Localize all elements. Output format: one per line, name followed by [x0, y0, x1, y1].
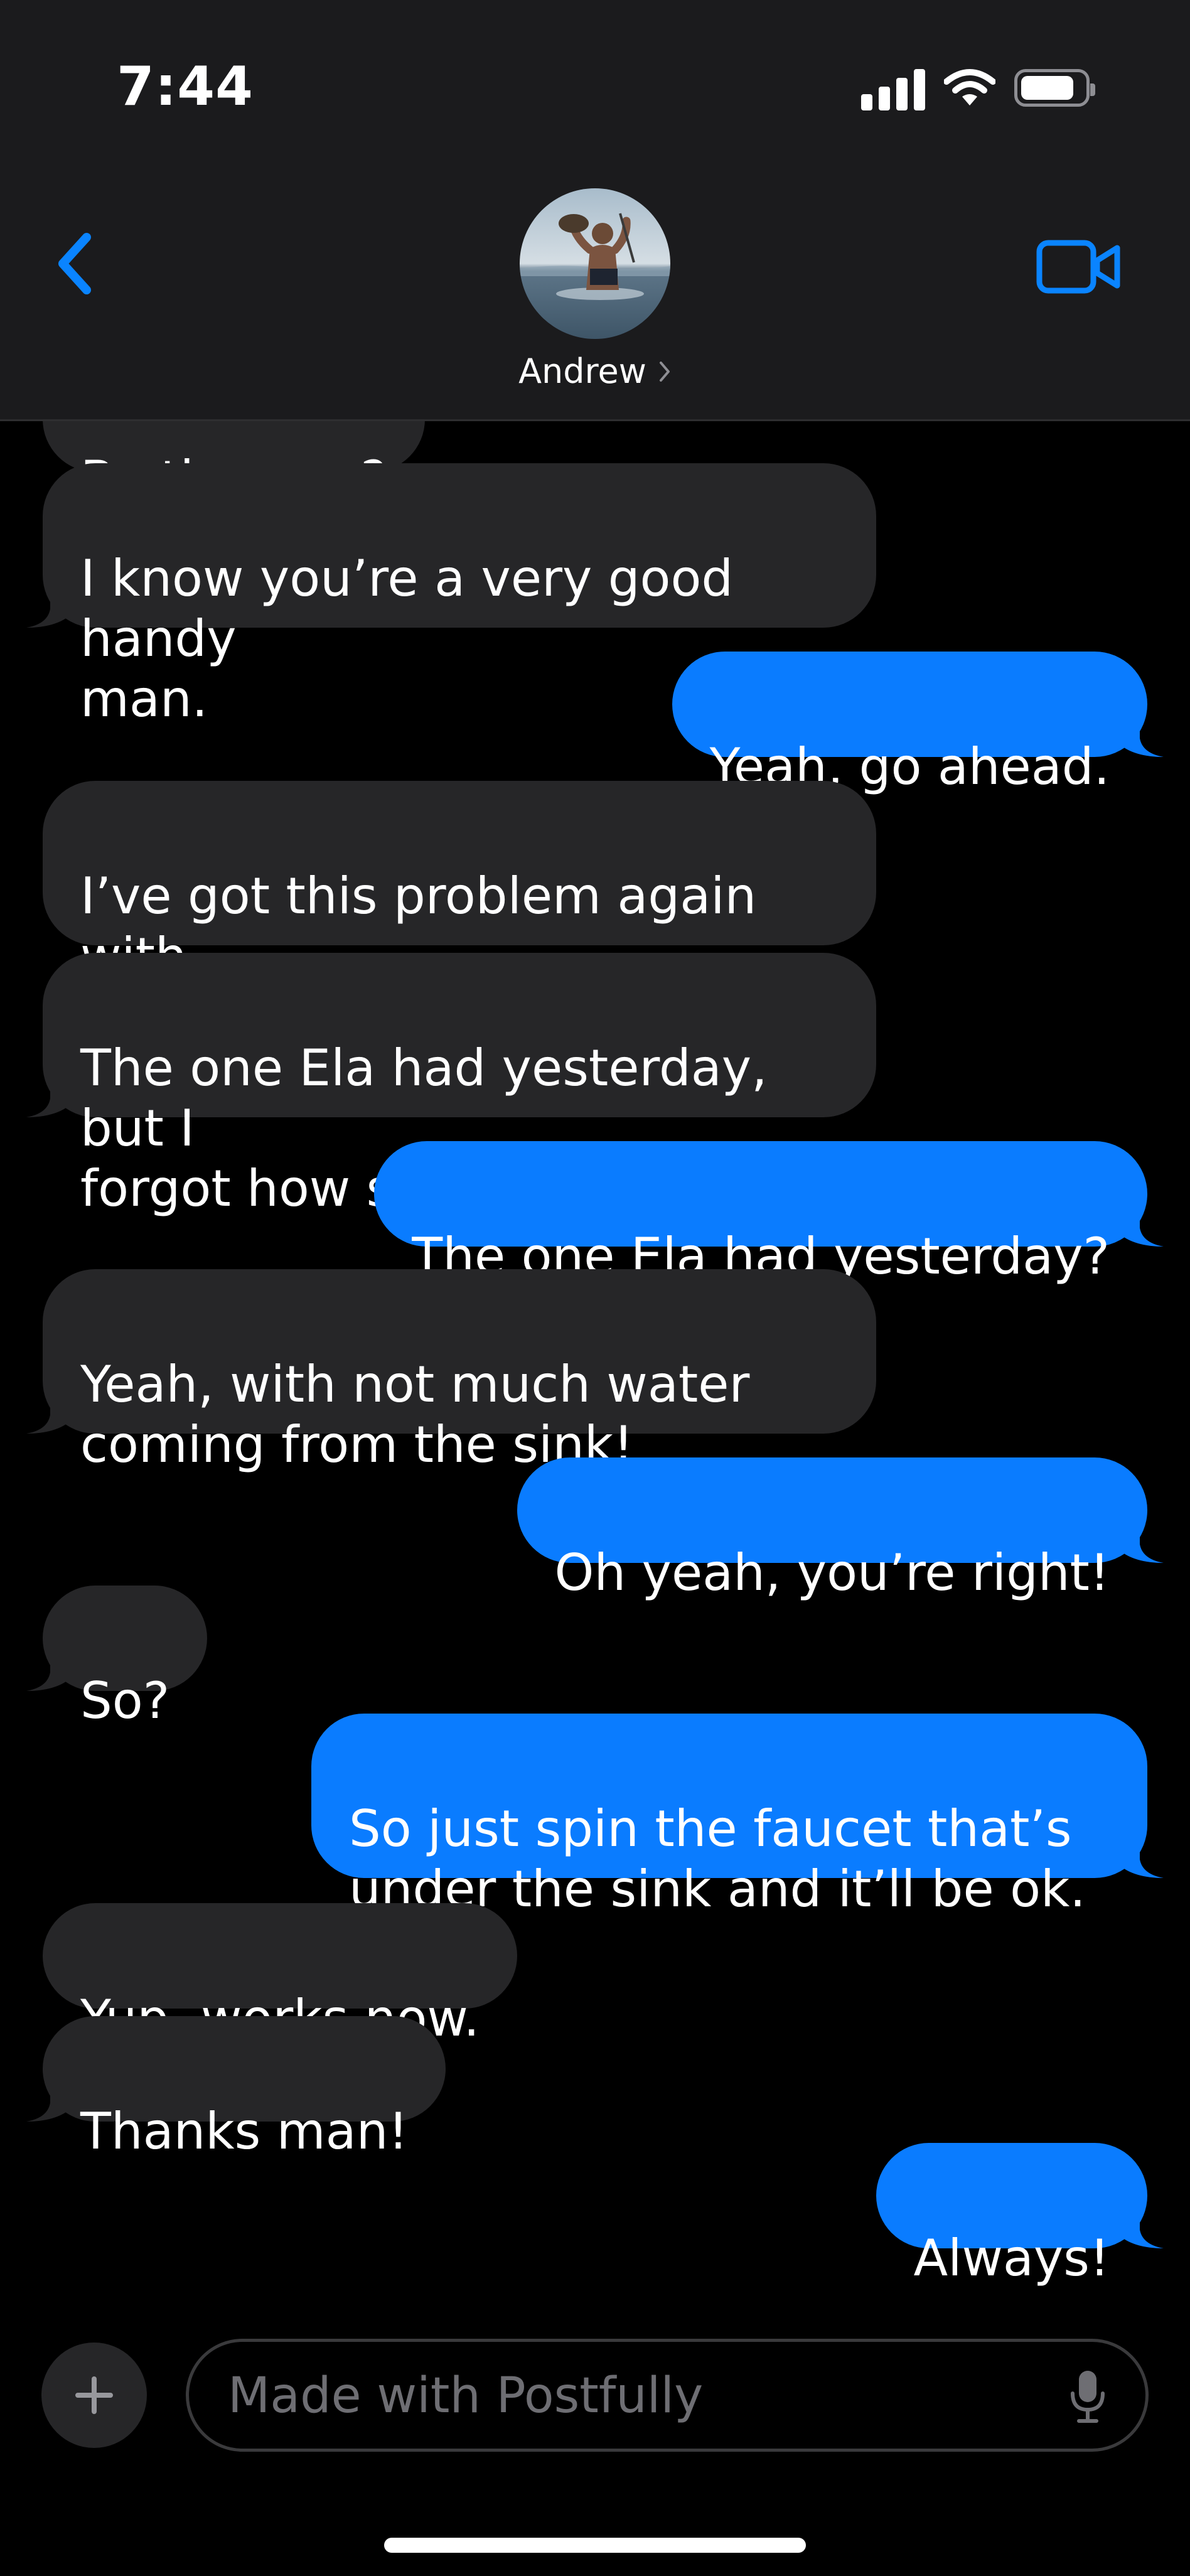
bubble-tail [26, 2084, 70, 2122]
chevron-right-icon [659, 361, 670, 382]
message-bubble[interactable]: I know you’re a very good handy man. [26, 463, 876, 728]
message-bubble[interactable]: I’ve got this problem again with the kit… [43, 781, 876, 1046]
bubble-tail [1120, 1525, 1164, 1563]
wifi-icon [944, 69, 995, 105]
conversation-header: 7:44 Andrew [0, 0, 1190, 421]
bubble-tail [26, 1080, 70, 1117]
message-bubble[interactable]: So just spin the faucet that’s under the… [311, 1714, 1164, 1918]
battery-icon [1014, 69, 1095, 107]
battery-level [1021, 76, 1074, 100]
plus-icon [75, 2376, 113, 2414]
bubble-tail [1120, 1840, 1164, 1878]
message-bubble[interactable]: Yeah, go ahead. [672, 652, 1164, 796]
message-text: I know you’re a very good handy man. [80, 549, 734, 728]
microphone-icon[interactable] [1069, 2368, 1107, 2425]
message-text: So? [80, 1672, 170, 1730]
contact-name-button[interactable]: Andrew [0, 352, 1190, 391]
message-bubble[interactable]: Yup, works now. [43, 1903, 517, 2047]
message-input[interactable] [227, 2367, 1014, 2425]
message-bubble[interactable]: Yeah, with not much water coming from th… [26, 1269, 876, 1474]
message-composer[interactable] [186, 2339, 1149, 2452]
cellular-signal-icon [861, 65, 925, 110]
message-text: Thanks man! [80, 2102, 409, 2160]
bubble-tail [1120, 719, 1164, 757]
message-bubble[interactable]: Oh yeah, you’re right! [517, 1457, 1164, 1602]
back-chevron-icon[interactable] [48, 226, 104, 301]
message-thread: By the way? I know you’re a very good ha… [0, 352, 1190, 2287]
bubble-tail [26, 590, 70, 628]
bubble-tail [1120, 2211, 1164, 2248]
message-text: Always! [913, 2229, 1110, 2287]
bubble-tail [26, 1653, 70, 1691]
message-bubble[interactable]: Thanks man! [26, 2016, 446, 2160]
contact-avatar[interactable] [520, 188, 670, 339]
message-bubble[interactable]: Always! [876, 2143, 1164, 2287]
add-attachment-button[interactable] [41, 2343, 147, 2448]
message-text: So just spin the faucet that’s under the… [349, 1800, 1086, 1918]
message-bubble[interactable]: So? [26, 1586, 208, 1730]
bubble-tail [1120, 1209, 1164, 1247]
status-time: 7:44 [117, 55, 254, 118]
message-bubble[interactable]: The one Ela had yesterday, but I forgot … [26, 953, 876, 1218]
home-indicator[interactable] [384, 2538, 806, 2553]
message-text: Oh yeah, you’re right! [554, 1543, 1110, 1602]
contact-name: Andrew [518, 352, 646, 391]
message-text: Yeah, with not much water coming from th… [80, 1355, 750, 1474]
message-bubble[interactable]: The one Ela had yesterday? [374, 1141, 1164, 1285]
status-icons [861, 65, 1095, 110]
bubble-tail [26, 1396, 70, 1434]
video-camera-icon[interactable] [1036, 235, 1123, 298]
